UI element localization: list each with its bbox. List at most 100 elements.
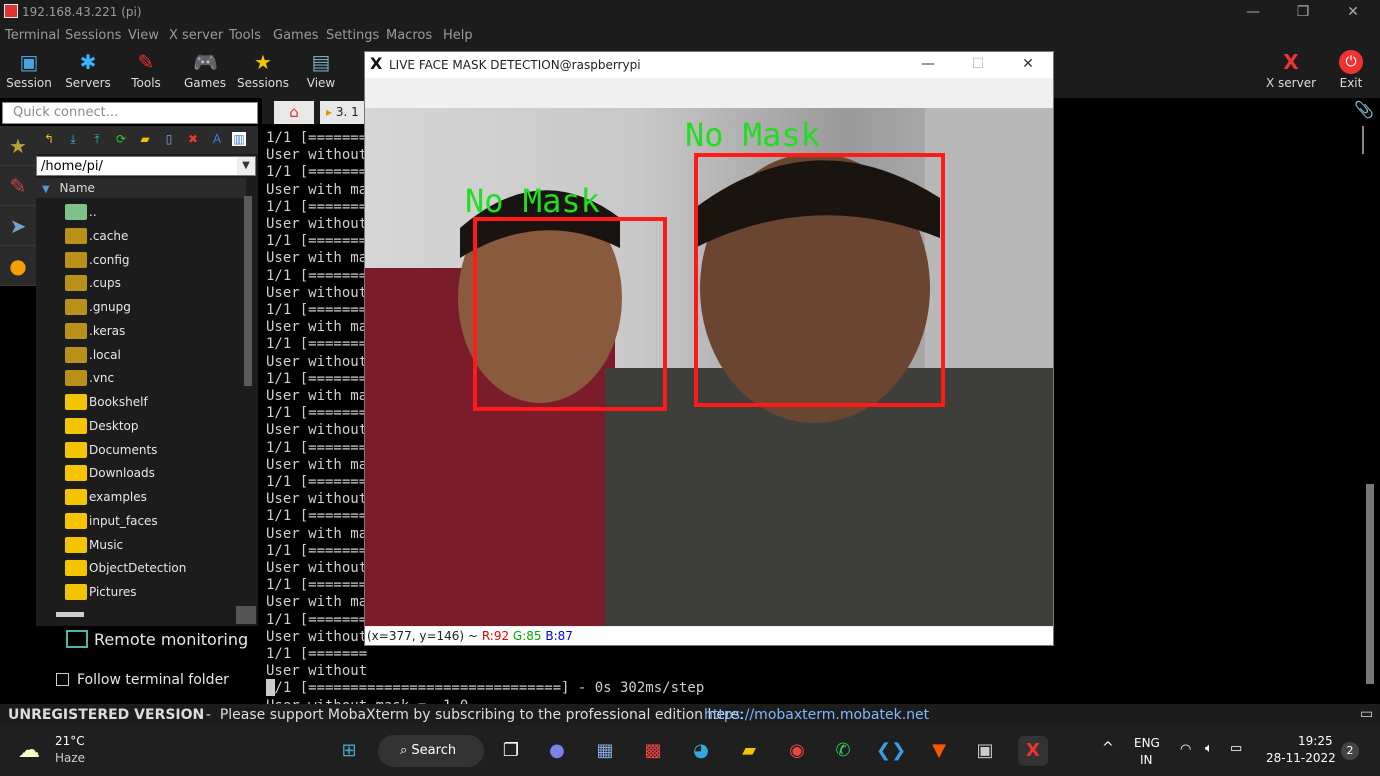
new-folder-icon[interactable]: ▰ xyxy=(138,132,152,146)
file-list-item[interactable]: Downloads xyxy=(36,461,242,485)
remote-monitoring-button[interactable]: Remote monitoring xyxy=(66,630,248,649)
mobatek-link[interactable]: https://mobaxterm.mobatek.net xyxy=(704,707,929,723)
restore-button[interactable]: ❐ xyxy=(1280,0,1326,24)
view-button[interactable]: ▤ View xyxy=(292,46,350,98)
explorer-icon[interactable]: ▰ xyxy=(734,736,764,766)
rename-icon[interactable]: A xyxy=(210,132,224,146)
search-button[interactable]: ⌕ Search xyxy=(378,735,484,767)
chevron-up-icon[interactable]: ^ xyxy=(1102,740,1114,756)
task-view-icon[interactable]: ❐ xyxy=(496,736,526,766)
search-icon: ⌕ xyxy=(400,743,408,758)
battery-icon[interactable]: ▭ xyxy=(1230,741,1242,756)
path-field[interactable]: /home/pi/▼ xyxy=(36,156,256,176)
terminal-app-icon[interactable]: ▣ xyxy=(970,736,1000,766)
folder-icon xyxy=(65,441,87,458)
folder-icon xyxy=(65,346,87,363)
file-list-item[interactable]: .. xyxy=(36,200,242,224)
file-list-item[interactable]: .keras xyxy=(36,319,242,343)
parent-folder-icon[interactable]: ↰ xyxy=(42,132,56,146)
file-list-item[interactable]: examples xyxy=(36,485,242,509)
display-icon[interactable]: ▭ xyxy=(1360,706,1373,722)
sftp-send-icon[interactable]: ➤ xyxy=(0,206,36,246)
file-list-item[interactable]: Desktop xyxy=(36,414,242,438)
quick-connect-input[interactable]: Quick connect... xyxy=(2,102,258,124)
tools-button[interactable]: ✎ Tools xyxy=(117,46,175,98)
control-panel-icon[interactable]: ▦ xyxy=(590,736,620,766)
horizontal-scrollbar[interactable] xyxy=(56,612,84,617)
edge-icon[interactable]: ◕ xyxy=(686,736,716,766)
name-column-header[interactable]: ▼ Name xyxy=(36,178,246,198)
minimize-button[interactable]: — xyxy=(1230,0,1276,24)
file-list-item[interactable]: Pictures xyxy=(36,580,242,604)
file-list-item[interactable]: .vnc xyxy=(36,366,242,390)
terminal-line: User without xyxy=(266,560,368,576)
menu-sessions[interactable]: Sessions xyxy=(65,28,121,43)
menu-games[interactable]: Games xyxy=(273,28,318,43)
file-list-item[interactable]: Music xyxy=(36,533,242,557)
menu-tools[interactable]: Tools xyxy=(229,28,261,43)
whatsapp-icon[interactable]: ✆ xyxy=(828,736,858,766)
menu-terminal[interactable]: Terminal xyxy=(5,28,60,43)
teams-icon[interactable]: ● xyxy=(542,736,572,766)
brave-icon[interactable]: ▼ xyxy=(924,736,954,766)
terminal-line: User with ma xyxy=(266,456,368,473)
refresh-icon[interactable]: ⟳ xyxy=(114,132,128,146)
upload-icon[interactable]: ⤒ xyxy=(90,132,104,146)
terminal-line: 1/1 [======= xyxy=(266,439,368,456)
menu-view[interactable]: View xyxy=(128,28,159,43)
session-button[interactable]: ▣ Session xyxy=(0,46,58,98)
menu-settings[interactable]: Settings xyxy=(326,28,379,43)
mask-detection-window[interactable]: X LIVE FACE MASK DETECTION@raspberrypi —… xyxy=(364,51,1054,646)
home-tab[interactable]: ⌂ xyxy=(274,101,314,124)
terminal-line: User without xyxy=(266,422,368,439)
file-list-item[interactable]: .cups xyxy=(36,271,242,295)
file-name: ObjectDetection xyxy=(89,561,187,576)
follow-terminal-folder-checkbox[interactable]: Follow terminal folder xyxy=(56,672,229,688)
store-icon[interactable]: ▩ xyxy=(638,736,668,766)
browser-rail-icon[interactable]: ● xyxy=(0,246,36,286)
volume-icon[interactable]: 🔈︎ xyxy=(1205,741,1213,756)
wifi-icon[interactable]: ◠ xyxy=(1180,742,1191,757)
folder-icon xyxy=(65,299,87,315)
xwin-close-button[interactable]: ✕ xyxy=(1013,56,1043,72)
servers-button[interactable]: ✱ Servers xyxy=(59,46,117,98)
notification-badge[interactable]: 2 xyxy=(1341,742,1359,760)
file-list-item[interactable]: ObjectDetection xyxy=(36,556,242,580)
xwin-maximize-button[interactable]: ☐ xyxy=(963,56,993,72)
vscode-icon[interactable]: ❮❯ xyxy=(876,736,906,766)
menu-macros[interactable]: Macros xyxy=(386,28,432,43)
weather-icon[interactable]: ☁ xyxy=(18,738,40,763)
session-tab[interactable]: ▸ 3. 1 xyxy=(320,101,365,124)
file-list-item[interactable]: .local xyxy=(36,343,242,367)
xwin-minimize-button[interactable]: — xyxy=(913,56,943,72)
menu-xserver[interactable]: X server xyxy=(169,28,223,43)
windows-start-icon[interactable]: ⊞ xyxy=(334,736,364,766)
download-icon[interactable]: ⤓ xyxy=(66,132,80,146)
sessions-button[interactable]: ★ Sessions xyxy=(234,46,292,98)
file-list-item[interactable]: .gnupg xyxy=(36,295,242,319)
menu-help[interactable]: Help xyxy=(443,28,473,43)
new-file-icon[interactable]: ▯ xyxy=(162,132,176,146)
file-list-item[interactable]: Bookshelf xyxy=(36,390,242,414)
file-list-item[interactable]: input_faces xyxy=(36,509,242,533)
file-list-item[interactable]: .cache xyxy=(36,224,242,248)
toggle-view-icon[interactable]: ▥ xyxy=(232,132,246,146)
folder-icon xyxy=(65,251,87,268)
file-list-item[interactable]: Documents xyxy=(36,438,242,462)
terminal-scrollbar[interactable] xyxy=(1366,484,1374,684)
tools-rail-icon[interactable]: ✎ xyxy=(0,166,36,206)
xwin-titlebar: X LIVE FACE MASK DETECTION@raspberrypi —… xyxy=(365,52,1053,78)
file-name: input_faces xyxy=(89,513,158,528)
chrome-icon[interactable]: ◉ xyxy=(782,736,812,766)
delete-icon[interactable]: ✖ xyxy=(186,132,200,146)
close-button[interactable]: ✕ xyxy=(1330,0,1376,24)
exit-button[interactable]: ⏻ Exit xyxy=(1322,46,1380,98)
favorites-star-icon[interactable]: ★ xyxy=(0,126,36,166)
attach-icon[interactable]: 📎 xyxy=(1354,100,1374,119)
xserver-button[interactable]: XX server xyxy=(1262,46,1320,98)
file-list-item[interactable]: .config xyxy=(36,248,242,272)
games-button[interactable]: 🎮 Games xyxy=(176,46,234,98)
file-scrollbar[interactable] xyxy=(244,196,252,386)
chevron-down-icon[interactable]: ▼ xyxy=(237,157,255,175)
xserver-task-icon[interactable]: X xyxy=(1018,736,1048,766)
